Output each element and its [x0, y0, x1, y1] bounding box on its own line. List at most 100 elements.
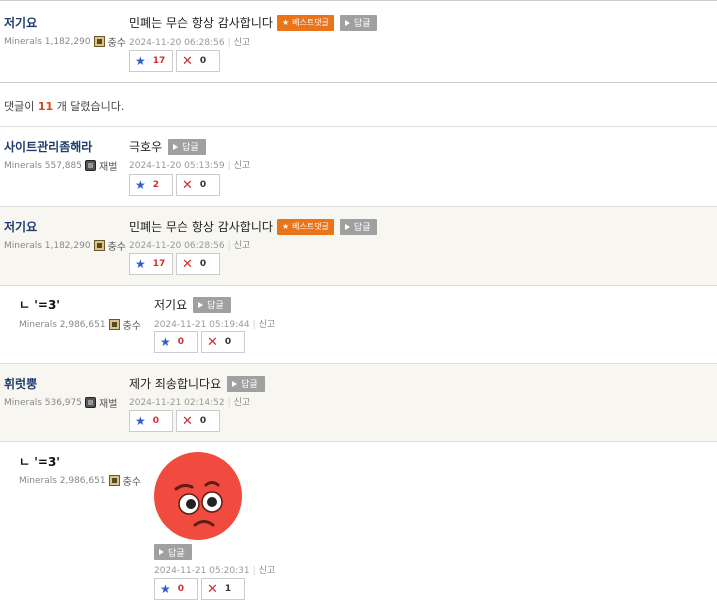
comment-text: 제가 죄송합니다요 [129, 377, 222, 391]
reply-button[interactable]: 답글 [339, 14, 378, 31]
x-icon: ✕ [182, 256, 193, 272]
comment-meta: 2024-11-20 05:13:59 | 신고 [129, 161, 251, 171]
report-link[interactable]: 신고 [259, 320, 276, 330]
rank-label: 충수 [107, 242, 126, 253]
comment-meta: 2024-11-21 05:20:31 | 신고 [154, 566, 276, 576]
downvote-button[interactable]: ✕ 0 [176, 174, 220, 196]
comment-nick[interactable]: 저기요 [4, 14, 37, 31]
comment-text-line: 극호우 답글 [129, 138, 206, 155]
upvote-button[interactable]: ★ 17 [129, 253, 173, 275]
play-triangle-icon [344, 19, 350, 26]
reply-button[interactable]: 답글 [154, 544, 192, 560]
x-icon: ✕ [182, 53, 193, 69]
downvote-count: 0 [224, 337, 232, 347]
reply-button[interactable]: 답글 [227, 375, 265, 392]
reply-button[interactable]: 답글 [168, 138, 206, 155]
comment-minerals: Minerals 1,182,290 충수 [4, 238, 126, 253]
comment-minerals: Minerals 557,885 재벌 [4, 158, 117, 173]
rank-icon [108, 475, 120, 486]
comment-text: 극호우 [129, 140, 163, 154]
comment-meta: 2024-11-21 02:14:52 | 신고 [129, 398, 251, 408]
x-icon: ✕ [207, 581, 218, 597]
comment-text-line: 저기요 답글 [154, 296, 231, 313]
downvote-count: 0 [199, 180, 207, 190]
comment-nick[interactable]: 사이트관리좀해라 [4, 138, 92, 155]
comment-count-section: 댓글이 11 개 달렸습니다. [0, 82, 717, 126]
minerals-text: Minerals 557,885 [4, 160, 82, 171]
downvote-button[interactable]: ✕ 0 [176, 50, 220, 72]
count-number: 11 [37, 100, 54, 113]
reply-item: ㄴ '=3' Minerals 2,986,651 충수 저기요 답글 2024… [0, 285, 717, 363]
comment-time: 2024-11-20 06:28:56 [129, 241, 225, 251]
downvote-button[interactable]: ✕ 0 [176, 253, 220, 275]
reply-label: 답글 [207, 301, 224, 311]
downvote-button[interactable]: ✕ 1 [201, 578, 245, 600]
comment-nick[interactable]: ㄴ '=3' [19, 453, 60, 470]
reply-label: 답글 [353, 223, 371, 233]
report-link[interactable]: 신고 [234, 241, 251, 251]
report-link[interactable]: 신고 [234, 38, 251, 48]
reply-button[interactable]: 답글 [339, 218, 378, 235]
rank-icon [93, 240, 105, 251]
comment-nick[interactable]: ㄴ '=3' [19, 296, 60, 313]
upvote-button[interactable]: ★ 0 [129, 410, 173, 432]
reply-label: 답글 [182, 143, 199, 153]
minerals-text: Minerals 536,975 [4, 397, 82, 408]
play-triangle-icon [159, 549, 164, 555]
upvote-count: 0 [177, 584, 185, 594]
comment-meta: 2024-11-20 06:28:56 | 신고 [129, 241, 251, 251]
star-icon: ★ [135, 178, 146, 192]
play-triangle-icon [173, 143, 179, 150]
minerals-text: Minerals 1,182,290 [4, 36, 91, 47]
downvote-button[interactable]: ✕ 0 [176, 410, 220, 432]
upvote-count: 2 [152, 180, 160, 190]
star-icon: ★ [135, 257, 146, 271]
upvote-button[interactable]: ★ 0 [154, 331, 198, 353]
downvote-count: 1 [224, 584, 232, 594]
star-icon: ★ [135, 414, 146, 428]
comment-time: 2024-11-20 06:28:56 [129, 38, 225, 48]
minerals-text: Minerals 2,986,651 [19, 319, 106, 330]
count-suffix: 개 달렸습니다. [56, 100, 125, 113]
report-link[interactable]: 신고 [234, 161, 251, 171]
comment-minerals: Minerals 536,975 재벌 [4, 395, 117, 410]
comment-time: 2024-11-20 05:13:59 [129, 161, 225, 171]
reply-label: 답글 [168, 548, 185, 559]
play-triangle-icon [344, 223, 350, 230]
reply-button[interactable]: 답글 [193, 296, 231, 313]
rank-label: 재벌 [99, 399, 118, 410]
upvote-button[interactable]: ★ 0 [154, 578, 198, 600]
comment-text: 민폐는 무슨 항상 감사합니다 [129, 220, 273, 234]
comment-text: 저기요 [154, 298, 188, 312]
upvote-count: 0 [177, 337, 185, 347]
comment-item: 휘럿뿡 Minerals 536,975 재벌 제가 죄송합니다요 답글 202… [0, 363, 717, 441]
comment-text-line: 민폐는 무슨 항상 감사합니다 ★ 베스트댓글 답글 [129, 218, 378, 235]
rank-icon [93, 36, 105, 47]
x-icon: ✕ [207, 334, 218, 350]
x-icon: ✕ [182, 413, 193, 429]
downvote-button[interactable]: ✕ 0 [201, 331, 245, 353]
upvote-button[interactable]: ★ 17 [129, 50, 173, 72]
best-label: 베스트댓글 [292, 222, 329, 231]
report-link[interactable]: 신고 [259, 566, 276, 576]
downvote-count: 0 [199, 56, 207, 66]
comment-nick[interactable]: 휘럿뿡 [4, 375, 37, 392]
reply-item: ㄴ '=3' Minerals 2,986,651 충수 답글 2024-11-… [0, 441, 717, 602]
comment-time: 2024-11-21 05:20:31 [154, 566, 250, 576]
count-prefix: 댓글이 [4, 100, 35, 113]
rank-icon [85, 160, 96, 171]
best-comment: 저기요 Minerals 1,182,290 충수 민폐는 무슨 항상 감사합니… [0, 0, 717, 82]
upvote-count: 0 [152, 416, 160, 426]
report-link[interactable]: 신고 [234, 398, 251, 408]
play-triangle-icon [232, 380, 238, 387]
star-icon: ★ [160, 335, 171, 349]
minerals-text: Minerals 2,986,651 [19, 475, 106, 486]
comment-nick[interactable]: 저기요 [4, 218, 37, 235]
star-icon: ★ [281, 222, 290, 231]
reply-label: 답글 [241, 380, 258, 390]
rank-label: 충수 [107, 38, 126, 49]
comment-meta: 2024-11-21 05:19:44 | 신고 [154, 320, 276, 330]
rank-label: 재벌 [99, 162, 118, 173]
star-icon: ★ [281, 18, 290, 27]
upvote-button[interactable]: ★ 2 [129, 174, 173, 196]
